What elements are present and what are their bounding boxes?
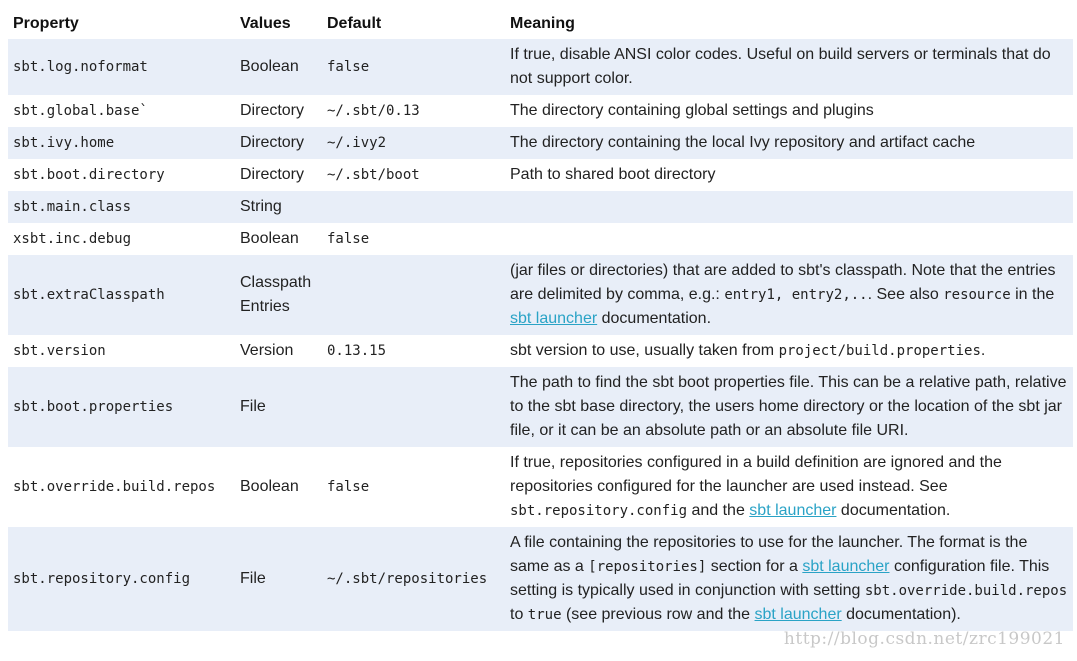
meaning-text: If true, repositories configured in a bu… — [510, 454, 1002, 495]
cell-property: sbt.boot.directory — [8, 159, 235, 191]
cell-values: Boolean — [235, 39, 322, 95]
meaning-text: The path to find the sbt boot properties… — [510, 374, 1067, 439]
table-header: Property Values Default Meaning — [8, 8, 1073, 39]
cell-meaning — [505, 223, 1073, 255]
table-row: sbt.version Version 0.13.15 sbt version to … — [8, 335, 1073, 367]
cell-default: ~/.sbt/repositories — [322, 527, 505, 631]
header-default: Default — [322, 8, 505, 39]
cell-values: Directory — [235, 159, 322, 191]
meaning-text: The directory containing global settings… — [510, 102, 874, 119]
header-meaning: Meaning — [505, 8, 1073, 39]
meaning-text: If true, disable ANSI color codes. Usefu… — [510, 46, 1051, 87]
cell-meaning: If true, repositories configured in a bu… — [505, 447, 1073, 527]
cell-property: sbt.boot.properties — [8, 367, 235, 447]
cell-default: 0.13.15 — [322, 335, 505, 367]
cell-values: String — [235, 191, 322, 223]
cell-meaning: A file containing the repositories to us… — [505, 527, 1073, 631]
inline-code: project/build.properties — [778, 343, 981, 359]
cell-default: ~/.ivy2 — [322, 127, 505, 159]
cell-default — [322, 367, 505, 447]
header-property: Property — [8, 8, 235, 39]
cell-values: Directory — [235, 127, 322, 159]
cell-property: sbt.extraClasspath — [8, 255, 235, 335]
cell-meaning: The path to find the sbt boot properties… — [505, 367, 1073, 447]
table-row: sbt.ivy.home Directory ~/.ivy2 The director… — [8, 127, 1073, 159]
cell-meaning: (jar files or directories) that are adde… — [505, 255, 1073, 335]
meaning-text: documentation. — [597, 310, 712, 327]
meaning-text: in the — [1010, 286, 1055, 303]
header-row: Property Values Default Meaning — [8, 8, 1073, 39]
cell-meaning: If true, disable ANSI color codes. Usefu… — [505, 39, 1073, 95]
meaning-text: documentation. — [836, 502, 951, 519]
watermark: http://blog.csdn.net/zrc199021 — [783, 629, 1065, 649]
cell-values: Boolean — [235, 447, 322, 527]
meaning-text: Path to shared boot directory — [510, 166, 716, 183]
meaning-text: sbt version to use, usually taken from — [510, 342, 779, 359]
table-row: sbt.log.noformat Boolean false If true, dis… — [8, 39, 1073, 95]
table-row: xsbt.inc.debug Boolean false — [8, 223, 1073, 255]
cell-values: File — [235, 367, 322, 447]
meaning-text: . See also — [867, 286, 944, 303]
cell-values: Version — [235, 335, 322, 367]
cell-property: sbt.override.build.repos — [8, 447, 235, 527]
table-row: sbt.main.class String — [8, 191, 1073, 223]
table-row: sbt.boot.directory Directory ~/.sbt/boot Pa… — [8, 159, 1073, 191]
sbt-launcher-link[interactable]: sbt launcher — [755, 606, 842, 623]
table-row: sbt.boot.properties File The path to find … — [8, 367, 1073, 447]
meaning-text: (see previous row and the — [561, 606, 755, 623]
cell-property: sbt.ivy.home — [8, 127, 235, 159]
cell-default — [322, 191, 505, 223]
cell-property: sbt.version — [8, 335, 235, 367]
inline-code: [repositories] — [588, 559, 707, 575]
cell-values: Boolean — [235, 223, 322, 255]
inline-code: sbt.override.build.repos — [864, 583, 1068, 599]
table-body: sbt.log.noformat Boolean false If true, dis… — [8, 39, 1073, 631]
table-row: sbt.global.base` Directory ~/.sbt/0.13 The … — [8, 95, 1073, 127]
inline-code: sbt.repository.config — [510, 503, 688, 519]
cell-values: File — [235, 527, 322, 631]
header-values: Values — [235, 8, 322, 39]
properties-table-container: Property Values Default Meaning sbt.log.… — [8, 8, 1073, 631]
cell-meaning: The directory containing global settings… — [505, 95, 1073, 127]
inline-code: true — [527, 607, 562, 623]
table-row: sbt.repository.config File ~/.sbt/reposito… — [8, 527, 1073, 631]
inline-code: entry1, entry2,.. — [724, 287, 868, 303]
table-row: sbt.extraClasspath Classpath Entries (jar … — [8, 255, 1073, 335]
sbt-launcher-link[interactable]: sbt launcher — [802, 558, 889, 575]
sbt-launcher-link[interactable]: sbt launcher — [510, 310, 597, 327]
sbt-launcher-link[interactable]: sbt launcher — [749, 502, 836, 519]
cell-meaning: Path to shared boot directory — [505, 159, 1073, 191]
cell-default: ~/.sbt/0.13 — [322, 95, 505, 127]
cell-property: sbt.main.class — [8, 191, 235, 223]
cell-meaning: The directory containing the local Ivy r… — [505, 127, 1073, 159]
cell-property: xsbt.inc.debug — [8, 223, 235, 255]
meaning-text: section for a — [706, 558, 803, 575]
cell-property: sbt.log.noformat — [8, 39, 235, 95]
meaning-text: . — [980, 342, 986, 359]
cell-property: sbt.repository.config — [8, 527, 235, 631]
inline-code: resource — [943, 287, 1011, 303]
properties-table: Property Values Default Meaning sbt.log.… — [8, 8, 1073, 631]
cell-default: ~/.sbt/boot — [322, 159, 505, 191]
cell-property: sbt.global.base` — [8, 95, 235, 127]
cell-meaning — [505, 191, 1073, 223]
meaning-text: and the — [687, 502, 750, 519]
meaning-text: to — [510, 606, 528, 623]
cell-default: false — [322, 447, 505, 527]
meaning-text: documentation). — [841, 606, 961, 623]
meaning-text: The directory containing the local Ivy r… — [510, 134, 976, 151]
cell-values: Classpath Entries — [235, 255, 322, 335]
cell-default: false — [322, 39, 505, 95]
cell-default — [322, 255, 505, 335]
cell-default: false — [322, 223, 505, 255]
cell-values: Directory — [235, 95, 322, 127]
cell-meaning: sbt version to use, usually taken from p… — [505, 335, 1073, 367]
table-row: sbt.override.build.repos Boolean false If t… — [8, 447, 1073, 527]
